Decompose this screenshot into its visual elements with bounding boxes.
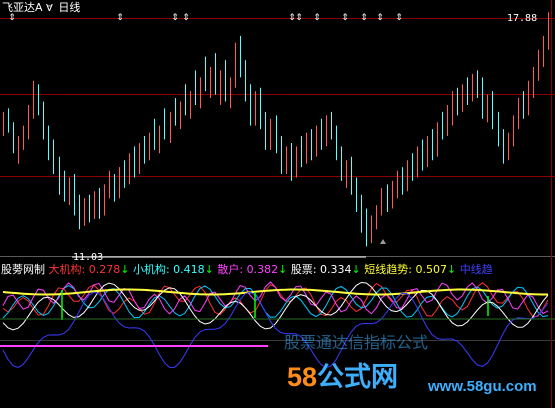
down-arrow-icon: ↓	[204, 263, 214, 276]
faint-watermark-text: 股票通达信指标公式	[284, 333, 429, 352]
signal-arrow-icon: ⇕	[182, 13, 190, 23]
small-institution-value: 0.418	[173, 263, 205, 276]
indicator-header: 股蒡网制 大机构: 0.278↓ 小机构: 0.418↓ 散户: 0.382↓ …	[1, 263, 493, 276]
stock-label: 股票	[290, 263, 313, 276]
watermark-brand: 公式网	[317, 362, 399, 392]
signal-arrow-icon: ⇕	[313, 13, 321, 23]
down-arrow-icon: ↓	[278, 263, 288, 276]
big-institution-label: 大机构	[48, 263, 82, 276]
watermark-url: www.58gu.com	[428, 378, 537, 395]
watermark-number: 58	[287, 362, 318, 392]
watermark-logo: 58公式网	[287, 355, 398, 394]
indicator-big-institution: 大机构: 0.278↓	[48, 263, 130, 276]
signal-arrow-icon: ⇕	[395, 13, 403, 23]
high-price-label: 17.88	[507, 13, 538, 24]
signal-arrow-icon: ⇕	[376, 13, 384, 23]
short-trend-value: 0.507	[415, 263, 447, 276]
retail-value: 0.382	[246, 263, 279, 276]
indicator-retail: 散户: 0.382↓	[217, 263, 288, 276]
stock-value: 0.334	[320, 263, 352, 276]
down-arrow-icon: ↓	[351, 263, 361, 276]
retail-label: 散户	[217, 263, 240, 276]
indicator-stock: 股票: 0.334↓	[290, 263, 361, 276]
stock-chart-window[interactable]: ⇕ ⇕ ⇕ ⇕ ⇕ ⇕ ⇕ ⇕ ⇕ ⇕ ⇕	[0, 0, 555, 408]
indicator-panel[interactable]	[0, 281, 555, 369]
indicator-short-trend: 短线趋势: 0.507↓	[364, 263, 457, 276]
indicator-name[interactable]: 股蒡网制	[1, 263, 45, 276]
down-arrow-icon: ↓	[120, 263, 130, 276]
down-arrow-icon: ↓	[446, 263, 457, 276]
current-bar-marker	[380, 239, 386, 244]
small-institution-label: 小机构	[132, 263, 166, 276]
signal-arrow-icon: ⇕	[360, 13, 368, 23]
period-label[interactable]: 日线	[58, 1, 80, 14]
signal-arrow-icon: ⇕	[171, 13, 179, 23]
signal-arrow-icon: ⇕	[295, 13, 303, 23]
fuquan-a-icon[interactable]: Ɐ	[46, 3, 53, 14]
big-institution-value: 0.278	[88, 263, 121, 276]
signal-arrow-icon: ⇕	[116, 13, 124, 23]
chart-header: 飞亚达A Ɐ 日线	[2, 1, 80, 15]
candlestick-series[interactable]	[3, 12, 549, 258]
mid-trend-label: 中线趋	[459, 263, 493, 276]
signal-arrow-icon: ⇕	[341, 13, 349, 23]
indicator-small-institution: 小机构: 0.418↓	[132, 263, 214, 276]
stock-name: 飞亚达A	[2, 1, 43, 14]
short-trend-label: 短线趋势	[364, 263, 409, 276]
